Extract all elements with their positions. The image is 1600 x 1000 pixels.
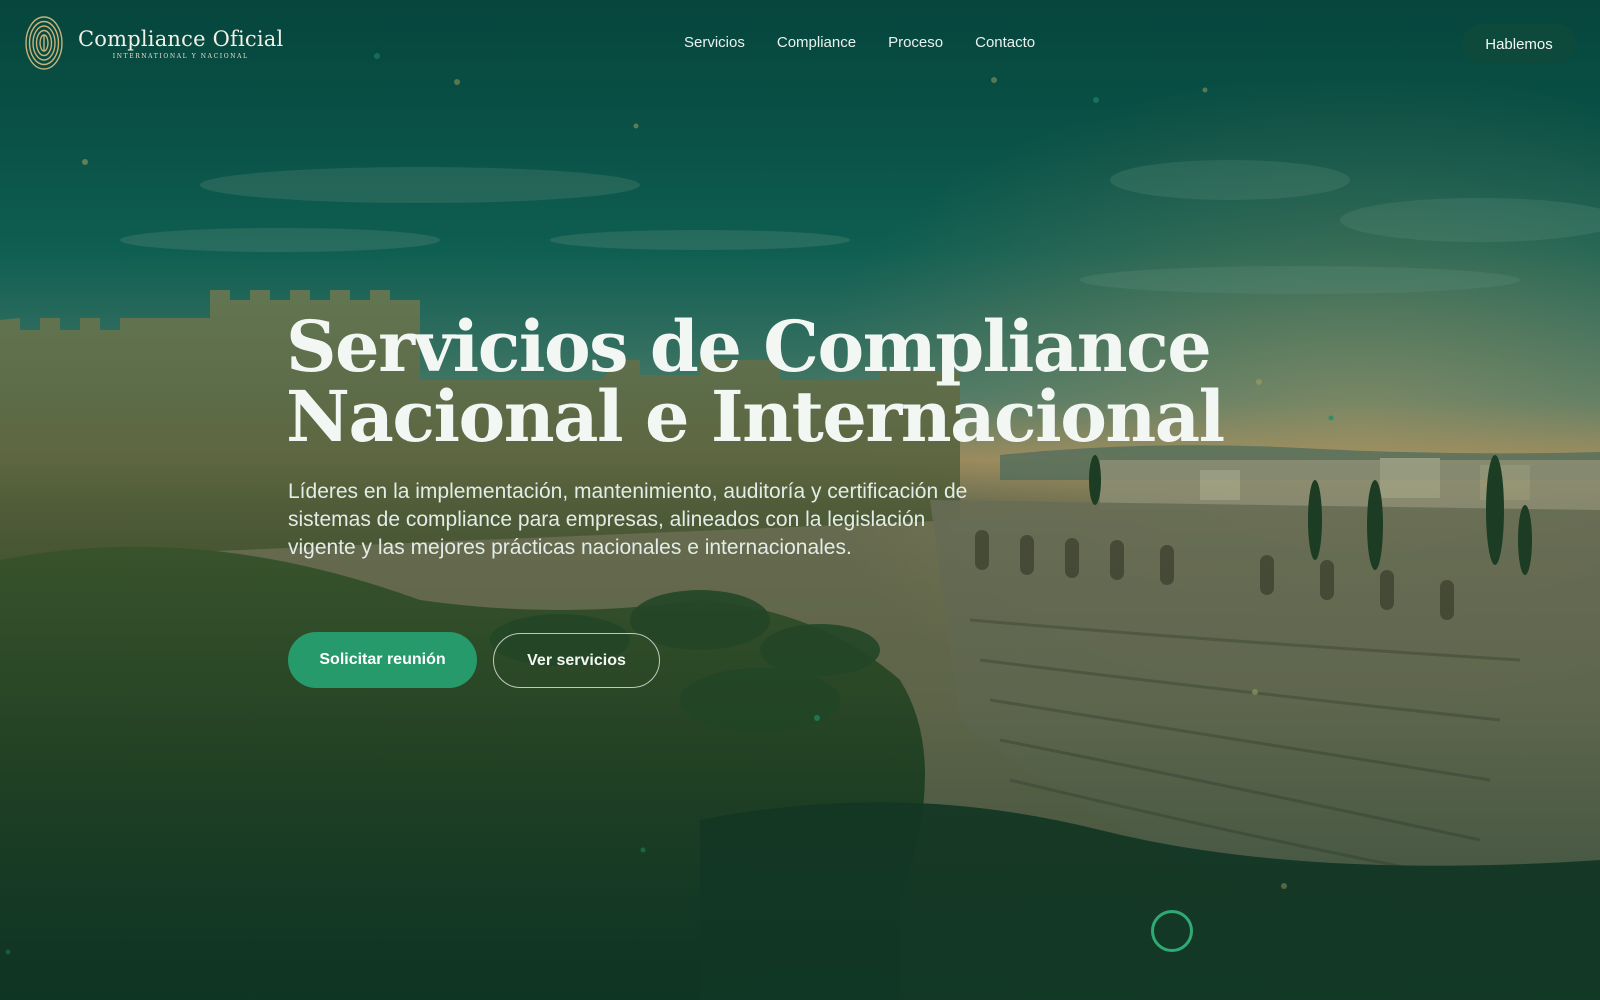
main-nav: Servicios Compliance Proceso Contacto	[684, 34, 1035, 51]
solicitar-reunion-button[interactable]: Solicitar reunión	[288, 632, 477, 688]
brand-logo[interactable]: Compliance Oficial INTERNATIONAL Y NACIO…	[24, 14, 283, 72]
hero-title-line-2: Nacional e Internacional	[286, 375, 1225, 458]
brand-tagline: INTERNATIONAL Y NACIONAL	[112, 52, 249, 60]
nav-link-contacto[interactable]: Contacto	[975, 34, 1035, 51]
hero-subtitle: Líderes en la implementación, mantenimie…	[288, 480, 968, 559]
site-header: Compliance Oficial INTERNATIONAL Y NACIO…	[0, 0, 1600, 88]
nav-link-proceso[interactable]: Proceso	[888, 34, 943, 51]
hero-title: Servicios de Compliance Nacional e Inter…	[286, 305, 1225, 458]
hablemos-button[interactable]: Hablemos	[1462, 24, 1576, 64]
ver-servicios-button[interactable]: Ver servicios	[493, 633, 660, 688]
fingerprint-icon	[25, 16, 63, 70]
nav-link-compliance[interactable]: Compliance	[777, 34, 856, 51]
scroll-indicator-icon[interactable]	[1151, 910, 1193, 952]
hero-title-line-1: Servicios de Compliance	[286, 305, 1212, 388]
brand-name: Compliance Oficial	[78, 26, 284, 51]
nav-link-servicios[interactable]: Servicios	[684, 34, 745, 51]
